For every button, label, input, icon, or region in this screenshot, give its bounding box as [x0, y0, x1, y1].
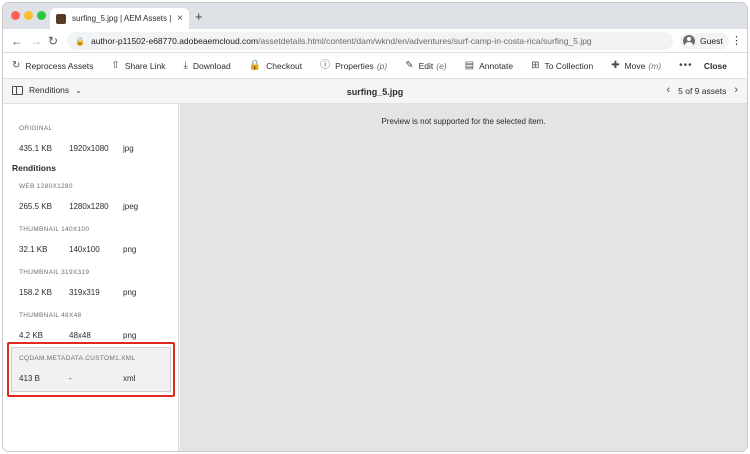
chevron-right-icon[interactable]: › [734, 85, 738, 96]
minimize-window-button[interactable] [24, 11, 33, 20]
more-actions-icon[interactable]: ••• [679, 60, 693, 71]
chevron-down-icon: ⌄ [75, 85, 82, 95]
rendition-dimensions: 1920x1080 [69, 144, 109, 153]
tab-strip: surfing_5.jpg | AEM Assets | Ad × + [3, 3, 747, 29]
collection-icon: ⊞ [531, 59, 540, 71]
rendition-type: png [123, 245, 137, 254]
url-host: author-p11502-e68770.adobeaemcloud.com [90, 36, 259, 46]
rendition-size: 265.5 KB [19, 202, 52, 211]
rendition-size: 158.2 KB [19, 288, 52, 297]
rendition-label: WEB 1280X1280 [19, 183, 73, 190]
rendition-size: 32.1 KB [19, 245, 48, 254]
rendition-dimensions: 1280x1280 [69, 202, 109, 211]
rendition-dimensions: 319x319 [69, 288, 100, 297]
profile-label: Guest [700, 36, 723, 46]
edit-button[interactable]: ✎ Edit (e) [405, 59, 447, 71]
properties-button[interactable]: ⓘ Properties (p) [320, 59, 388, 71]
close-button[interactable]: Close [704, 61, 727, 71]
new-tab-button[interactable]: + [195, 9, 203, 24]
properties-label: Properties [335, 60, 374, 71]
to-collection-button[interactable]: ⊞ To Collection [531, 59, 594, 71]
asset-pager: ‹ 5 of 9 assets › [666, 85, 738, 96]
address-toolbar: ← → ↻ 🔒 author-p11502-e68770.adobeaemclo… [3, 29, 747, 53]
url-path: /assetdetails.html/content/dam/wknd/en/a… [258, 36, 592, 46]
browser-window: surfing_5.jpg | AEM Assets | Ad × + ← → … [3, 3, 747, 451]
rendition-label: THUMBNAIL 48X48 [19, 312, 82, 319]
move-icon: ✚ [611, 59, 620, 71]
preview-unsupported-message: Preview is not supported for the selecte… [381, 117, 546, 126]
rendition-type: jpg [123, 144, 134, 153]
share-icon: ⇧ [111, 59, 120, 71]
edit-label: Edit [418, 60, 434, 71]
close-window-button[interactable] [11, 11, 20, 20]
info-icon: ⓘ [320, 59, 331, 71]
rendition-dimensions: - [69, 374, 72, 383]
renditions-rail: ORIGINAL 435.1 KB 1920x1080 jpg Renditio… [3, 104, 179, 451]
renditions-heading: Renditions [12, 163, 56, 173]
move-label: Move [624, 60, 646, 71]
asset-preview-area: Preview is not supported for the selecte… [180, 104, 747, 451]
chevron-left-icon[interactable]: ‹ [666, 85, 670, 96]
lock-icon: 🔒 [248, 59, 262, 71]
rendition-type: xml [123, 374, 136, 383]
rail-panel-icon [12, 85, 23, 95]
rendition-dimensions: 140x100 [69, 245, 100, 254]
checkout-button[interactable]: 🔒 Checkout [248, 59, 303, 71]
pager-text: 5 of 9 assets [678, 85, 727, 96]
rendition-label: THUMBNAIL 319X319 [19, 269, 90, 276]
move-button[interactable]: ✚ Move (m) [611, 59, 662, 71]
reprocess-assets-button[interactable]: ↻ Reprocess Assets [12, 59, 94, 71]
aem-favicon-icon [56, 13, 66, 24]
collection-label: To Collection [544, 60, 594, 71]
url-text: author-p11502-e68770.adobeaemcloud.com/a… [91, 36, 592, 46]
rendition-type: png [123, 288, 137, 297]
download-icon: ⤓ [183, 59, 188, 71]
profile-button[interactable]: Guest [680, 33, 729, 49]
annotate-button[interactable]: ▤ Annotate [464, 59, 514, 71]
browser-tab-active[interactable]: surfing_5.jpg | AEM Assets | Ad × [50, 8, 189, 29]
rendition-type: png [123, 331, 137, 340]
rendition-label: THUMBNAIL 140X100 [19, 226, 90, 233]
avatar-icon [683, 35, 695, 47]
asset-action-bar: ↻ Reprocess Assets ⇧ Share Link ⤓ Downlo… [3, 53, 747, 79]
lock-icon: 🔒 [75, 36, 85, 46]
reprocess-label: Reprocess Assets [25, 60, 94, 71]
reload-icon[interactable]: ↻ [48, 34, 58, 48]
annotate-label: Annotate [479, 60, 514, 71]
asset-file-name: surfing_5.jpg [346, 87, 404, 97]
checkout-label: Checkout [266, 60, 303, 71]
properties-shortcut: (p) [376, 60, 388, 71]
download-label: Download [192, 60, 231, 71]
rendition-label: CQDAM.METADATA.CUSTOM1.XML [19, 355, 136, 362]
zoom-window-button[interactable] [37, 11, 46, 20]
refresh-icon: ↻ [12, 59, 21, 71]
forward-arrow-icon[interactable]: → [30, 34, 42, 48]
rendition-dimensions: 48x48 [69, 331, 91, 340]
back-arrow-icon[interactable]: ← [11, 34, 23, 48]
rendition-size: 4.2 KB [19, 331, 44, 340]
rail-selector-label: Renditions [29, 85, 70, 95]
share-label: Share Link [124, 60, 166, 71]
share-link-button[interactable]: ⇧ Share Link [111, 59, 166, 71]
original-label: ORIGINAL [19, 125, 53, 132]
pencil-icon: ✎ [405, 59, 414, 71]
url-bar[interactable]: 🔒 author-p11502-e68770.adobeaemcloud.com… [67, 32, 673, 50]
move-shortcut: (m) [648, 60, 662, 71]
comment-icon: ▤ [464, 59, 475, 71]
asset-header-bar: Renditions ⌄ surfing_5.jpg ‹ 5 of 9 asse… [3, 79, 747, 104]
rendition-size: 435.1 KB [19, 144, 52, 153]
download-button[interactable]: ⤓ Download [183, 59, 231, 71]
edit-shortcut: (e) [436, 60, 447, 71]
tab-close-icon[interactable]: × [177, 13, 183, 24]
selected-rendition-card[interactable] [11, 347, 171, 392]
browser-menu-icon[interactable]: ⋮ [731, 34, 742, 47]
rendition-size: 413 B [19, 374, 40, 383]
rendition-type: jpeg [123, 202, 139, 211]
rail-selector[interactable]: Renditions ⌄ [12, 85, 82, 95]
tab-title: surfing_5.jpg | AEM Assets | Ad [72, 14, 174, 23]
